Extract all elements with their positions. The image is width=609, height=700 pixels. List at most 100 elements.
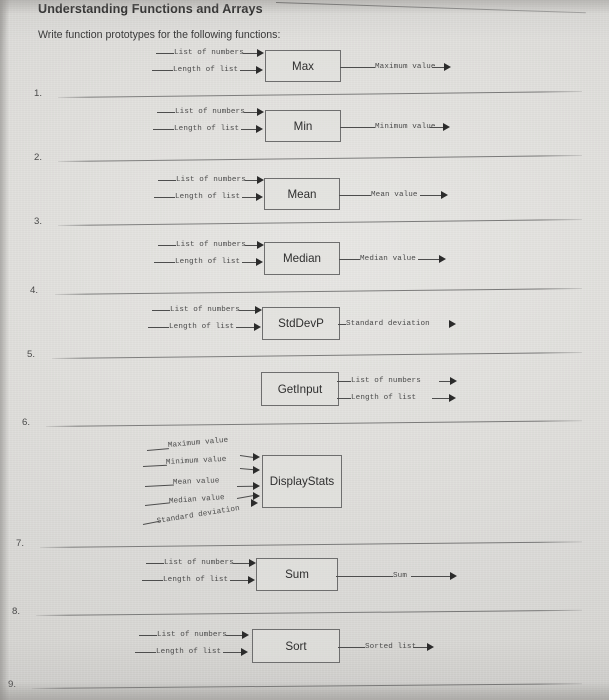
input-wire: [157, 112, 175, 113]
arrow-head-icon: [256, 193, 263, 201]
input-label: Standard deviation: [156, 504, 241, 526]
arrow-head-icon: [241, 648, 248, 656]
output-wire: [411, 576, 451, 577]
output-wire: [340, 127, 375, 128]
answer-line-number: 2.: [34, 152, 43, 163]
function-box-median[interactable]: Median: [264, 242, 340, 275]
input-wire: [226, 635, 243, 636]
input-wire: [239, 455, 254, 458]
output-wire: [420, 195, 442, 196]
input-wire: [239, 468, 254, 471]
input-wire: [142, 580, 163, 581]
input-wire: [144, 502, 170, 506]
output-wire: [338, 647, 365, 648]
input-label: List of numbers: [176, 241, 246, 249]
arrow-head-icon: [449, 394, 456, 402]
input-label: Length of list: [175, 193, 241, 201]
input-wire: [146, 448, 169, 451]
answer-line[interactable]: [57, 219, 582, 226]
answer-line[interactable]: [35, 609, 582, 616]
output-label: Mean value: [371, 191, 418, 199]
answer-line[interactable]: [57, 155, 582, 162]
arrow-head-icon: [450, 572, 457, 580]
answer-line-number: 9.: [8, 679, 17, 690]
input-wire: [142, 464, 167, 467]
output-label: Median value: [360, 255, 416, 263]
arrow-head-icon: [253, 466, 260, 474]
output-label: Maximum value: [375, 63, 436, 71]
arrow-head-icon: [439, 255, 446, 263]
arrow-head-icon: [257, 241, 264, 249]
page-edge-line: [275, 2, 586, 14]
output-label: Sum: [393, 572, 407, 580]
answer-line-number: 6.: [22, 417, 31, 428]
answer-line[interactable]: [57, 91, 582, 98]
input-label: List of numbers: [164, 559, 234, 567]
answer-line-number: 7.: [16, 538, 25, 549]
function-box-max[interactable]: Max: [265, 50, 341, 82]
output-wire: [430, 127, 444, 128]
arrow-head-icon: [427, 643, 434, 651]
output-wire: [337, 398, 351, 399]
input-wire: [135, 652, 156, 653]
input-wire: [233, 563, 250, 564]
arrow-head-icon: [253, 482, 260, 490]
arrow-head-icon: [242, 631, 249, 639]
function-box-stddevp[interactable]: StdDevP: [262, 307, 340, 340]
worksheet-sheet: Understanding Functions and Arrays Write…: [0, 0, 609, 700]
page-instruction: Write function prototypes for the follow…: [38, 29, 281, 41]
input-wire: [139, 635, 157, 636]
arrow-head-icon: [443, 123, 450, 131]
function-name: Sum: [285, 568, 309, 581]
arrow-head-icon: [450, 377, 457, 385]
input-wire: [158, 245, 176, 246]
input-wire: [154, 197, 175, 198]
answer-line[interactable]: [31, 683, 582, 689]
input-wire: [153, 129, 174, 130]
answer-line[interactable]: [51, 351, 582, 359]
function-name: StdDevP: [278, 317, 324, 330]
arrow-head-icon: [444, 63, 451, 71]
function-box-mean[interactable]: Mean: [264, 178, 340, 210]
function-name: Min: [293, 119, 313, 133]
function-box-sort[interactable]: Sort: [252, 629, 340, 663]
output-wire: [413, 647, 428, 648]
function-box-min[interactable]: Min: [265, 110, 341, 142]
input-wire: [236, 485, 255, 487]
function-name: Sort: [285, 639, 307, 653]
output-wire: [338, 324, 346, 325]
input-label: Length of list: [156, 648, 222, 656]
output-label: Standard deviation: [346, 320, 430, 328]
answer-line[interactable]: [45, 420, 582, 427]
output-wire: [339, 259, 360, 260]
input-wire: [148, 327, 169, 328]
input-label: Mean value: [172, 477, 220, 487]
answer-line[interactable]: [54, 288, 582, 295]
input-label: List of numbers: [176, 176, 246, 184]
input-wire: [236, 327, 255, 328]
answer-line[interactable]: [39, 541, 582, 548]
input-label: Median value: [168, 494, 226, 506]
answer-line-number: 8.: [12, 606, 21, 617]
input-label: List of numbers: [174, 49, 244, 57]
input-wire: [146, 563, 164, 564]
input-wire: [154, 262, 175, 263]
output-wire: [418, 259, 440, 260]
input-label: Length of list: [174, 125, 240, 133]
function-name: Mean: [287, 187, 317, 201]
function-box-sum[interactable]: Sum: [256, 558, 338, 591]
input-label: List of numbers: [157, 631, 227, 639]
input-label: Length of list: [173, 66, 239, 74]
input-wire: [158, 180, 176, 181]
function-box-getinput[interactable]: GetInput: [261, 372, 339, 406]
input-wire: [152, 70, 173, 71]
output-label: Length of list: [351, 394, 417, 402]
arrow-head-icon: [253, 453, 260, 461]
output-wire: [336, 576, 393, 577]
answer-line-number: 4.: [30, 285, 39, 296]
function-box-displaystats[interactable]: DisplayStats: [262, 455, 342, 508]
arrow-head-icon: [449, 320, 456, 328]
arrow-head-icon: [254, 323, 261, 331]
input-wire: [144, 484, 174, 487]
input-label: Minimum value: [165, 455, 227, 467]
